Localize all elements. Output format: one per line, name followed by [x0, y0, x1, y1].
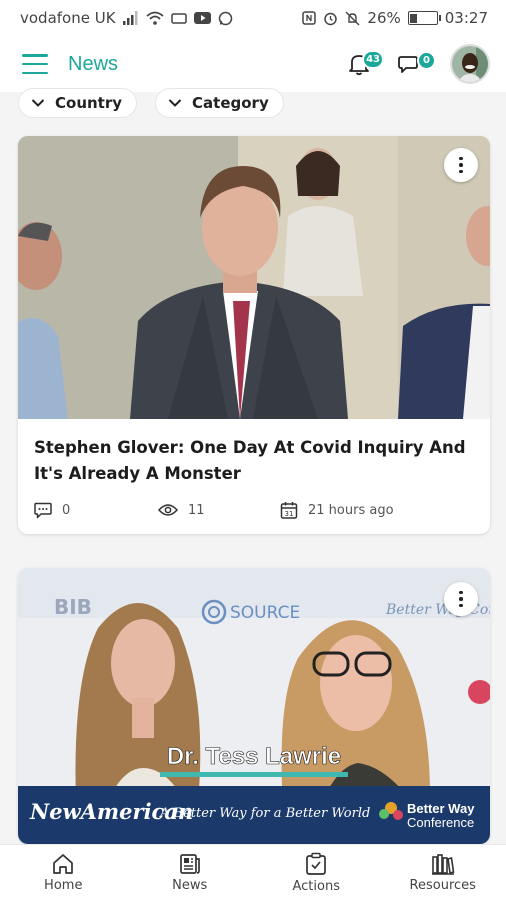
- article-title[interactable]: Stephen Glover: One Day At Covid Inquiry…: [18, 419, 490, 487]
- bottom-navigation: Home News Actions Resources: [0, 844, 506, 900]
- chevron-down-icon: [168, 98, 182, 108]
- svg-text:BIB: BIB: [54, 595, 92, 619]
- whatsapp-icon: [218, 11, 233, 26]
- battery-icon: [407, 11, 441, 25]
- avatar[interactable]: [450, 44, 490, 84]
- nav-resources[interactable]: Resources: [380, 845, 506, 900]
- nav-news[interactable]: News: [127, 845, 254, 900]
- calendar-icon: 31: [280, 502, 298, 519]
- filter-bar: Country Category: [18, 88, 284, 118]
- category-filter[interactable]: Category: [155, 88, 284, 118]
- tv-icon: [170, 12, 187, 24]
- resources-icon: [431, 853, 455, 875]
- article-meta: 0 11 31 21 hours ago: [18, 487, 490, 519]
- svg-text:31: 31: [285, 510, 294, 518]
- message-badge: 0: [417, 51, 436, 70]
- nav-news-label: News: [172, 877, 208, 893]
- nav-actions[interactable]: Actions: [253, 845, 380, 900]
- article-image: [18, 136, 490, 419]
- page-title: News: [68, 52, 119, 75]
- home-icon: [53, 853, 74, 874]
- wifi-icon: [145, 11, 164, 25]
- mute-icon: [345, 11, 360, 26]
- view-count: 11: [158, 503, 280, 518]
- post-date-value: 21 hours ago: [308, 502, 394, 518]
- alarm-icon: [323, 11, 338, 26]
- country-filter-label: Country: [55, 94, 123, 112]
- status-bar: vodafone UK 26% 03:27: [0, 0, 506, 36]
- comment-count-value: 0: [62, 502, 71, 518]
- more-options-button[interactable]: [444, 148, 478, 182]
- nav-home[interactable]: Home: [0, 845, 127, 900]
- banner-logo-line1: Better Way: [407, 801, 475, 816]
- comment-icon: [34, 502, 52, 518]
- comment-count[interactable]: 0: [34, 502, 158, 519]
- clock: 03:27: [444, 9, 488, 27]
- app-header: News 43 0: [0, 36, 506, 92]
- image-caption: Dr. Tess Lawrie: [167, 743, 341, 770]
- article-card[interactable]: Stephen Glover: One Day At Covid Inquiry…: [18, 136, 490, 534]
- more-options-button[interactable]: [444, 582, 478, 616]
- carrier-label: vodafone UK: [20, 9, 116, 27]
- backdrop-source-text: SOURCE: [230, 603, 300, 623]
- nfc-icon: [302, 11, 317, 25]
- news-icon: [179, 853, 200, 874]
- eye-icon: [158, 504, 178, 516]
- signal-icon: [122, 11, 139, 25]
- post-date: 31 21 hours ago: [280, 501, 394, 519]
- battery-level: [410, 13, 417, 23]
- view-count-value: 11: [188, 502, 205, 518]
- banner-tagline-text: A Better Way for a Better World: [159, 806, 370, 821]
- article-card[interactable]: BIB SOURCE Better Way Conference Dr. Tes…: [18, 568, 490, 844]
- banner-logo-line2: Conference: [407, 815, 474, 830]
- category-filter-label: Category: [192, 94, 269, 112]
- messages-button[interactable]: 0: [398, 51, 436, 75]
- notifications-button[interactable]: 43: [348, 50, 384, 76]
- youtube-icon: [193, 12, 211, 24]
- battery-percent: 26%: [367, 9, 401, 27]
- nav-home-label: Home: [44, 877, 83, 893]
- article-image: BIB SOURCE Better Way Conference Dr. Tes…: [18, 568, 490, 844]
- chevron-down-icon: [31, 98, 45, 108]
- nav-resources-label: Resources: [409, 877, 476, 893]
- notification-badge: 43: [362, 50, 384, 69]
- nav-actions-label: Actions: [292, 878, 341, 894]
- hamburger-menu-icon[interactable]: [22, 54, 48, 74]
- country-filter[interactable]: Country: [18, 88, 138, 118]
- actions-icon: [306, 852, 327, 875]
